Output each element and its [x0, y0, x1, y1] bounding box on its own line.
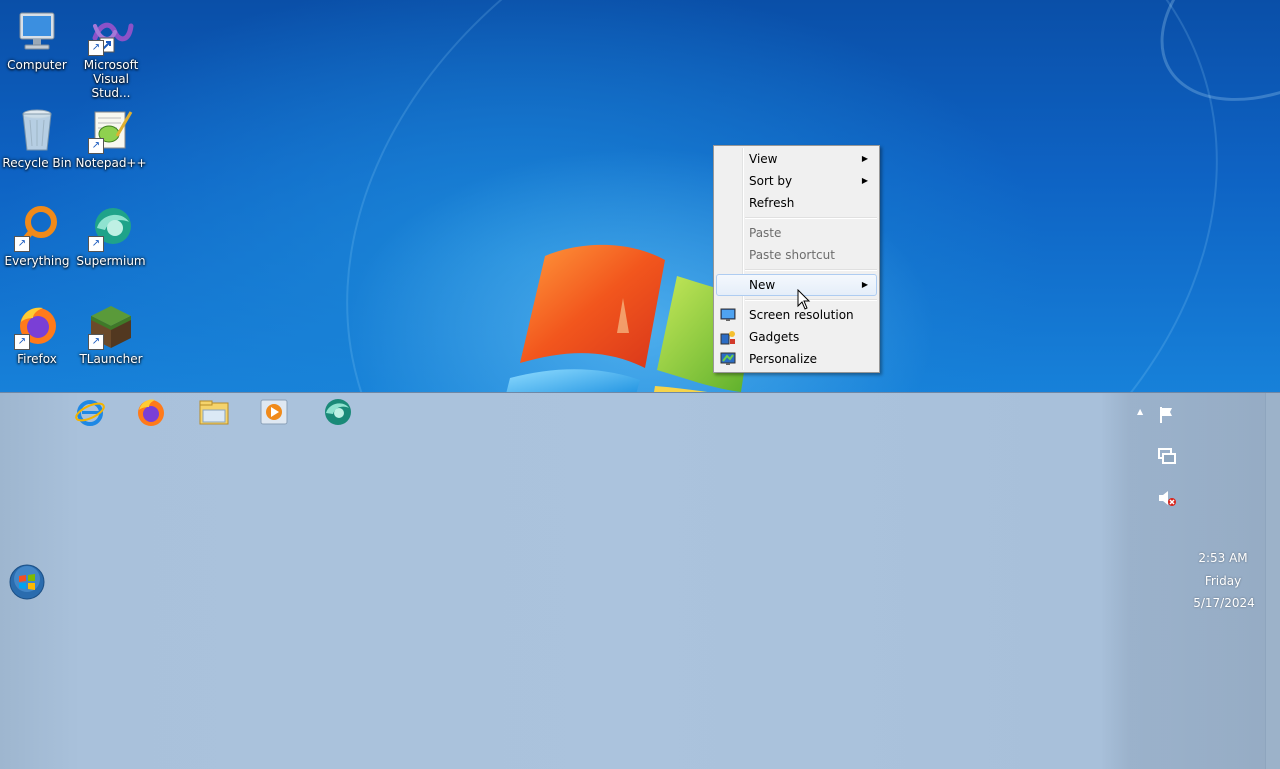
- menu-item-view[interactable]: View ▶: [716, 148, 877, 170]
- menu-item-personalize[interactable]: Personalize: [716, 348, 877, 370]
- menu-item-sort-by[interactable]: Sort by ▶: [716, 170, 877, 192]
- desktop[interactable]: Computer Microsoft Visual Stud... Recycl…: [0, 0, 1280, 392]
- gadgets-icon: [720, 331, 735, 345]
- desktop-icon-recycle-bin[interactable]: Recycle Bin: [0, 106, 74, 170]
- show-hidden-icons-button[interactable]: ▲: [1137, 407, 1143, 416]
- recycle-bin-icon: [22, 109, 52, 151]
- menu-item-paste-shortcut[interactable]: Paste shortcut: [716, 244, 877, 266]
- taskbar[interactable]: ▲ 2:53 AM Friday 5/17/2024: [0, 392, 1280, 769]
- computer-icon: [19, 12, 55, 50]
- submenu-arrow-icon: ▶: [861, 154, 868, 163]
- desktop-icon-label: Firefox: [17, 352, 57, 366]
- desktop-icon-firefox[interactable]: Firefox: [0, 302, 74, 366]
- shortcut-arrow-icon: ↗: [88, 40, 104, 56]
- mouse-cursor-icon: [797, 289, 811, 310]
- menu-item-label: Paste shortcut: [749, 248, 835, 262]
- menu-separator: [745, 299, 877, 301]
- taskbar-pin-internet-explorer[interactable]: [72, 393, 106, 431]
- volume-muted-icon[interactable]: [1157, 488, 1177, 508]
- desktop-icon-label: Notepad++: [75, 156, 147, 170]
- desktop-icon-label: Microsoft Visual Stud...: [83, 58, 139, 100]
- shortcut-arrow-icon: ↗: [88, 236, 104, 252]
- desktop-icon-label: Computer: [7, 58, 67, 72]
- action-center-flag-icon[interactable]: [1157, 405, 1177, 425]
- shortcut-arrow-icon: ↗: [88, 138, 104, 154]
- clock-date[interactable]: 5/17/2024: [1184, 596, 1264, 610]
- taskbar-right-edge: [1265, 393, 1280, 769]
- supermium-icon: [325, 399, 351, 425]
- menu-item-gadgets[interactable]: Gadgets: [716, 326, 877, 348]
- menu-item-label: Paste: [749, 226, 782, 240]
- shortcut-arrow-icon: ↗: [14, 236, 30, 252]
- shortcut-arrow-icon: ↗: [14, 334, 30, 350]
- desktop-icon-notepad-plus-plus[interactable]: Notepad++: [74, 106, 148, 170]
- wallpaper-streak: [1126, 0, 1280, 142]
- taskbar-pin-firefox[interactable]: [133, 393, 167, 431]
- desktop-icon-label: Everything: [4, 254, 70, 268]
- shortcut-arrow-icon: ↗: [88, 334, 104, 350]
- menu-item-label: Gadgets: [749, 330, 800, 344]
- desktop-icon-tlauncher[interactable]: TLauncher: [74, 302, 148, 366]
- submenu-arrow-icon: ▶: [861, 280, 868, 289]
- menu-item-label: View: [749, 152, 778, 166]
- clock-time[interactable]: 2:53 AM: [1183, 551, 1263, 565]
- desktop-icon-everything[interactable]: Everything: [0, 204, 74, 268]
- windows-start-orb-icon: [9, 564, 45, 600]
- menu-separator: [745, 269, 877, 271]
- screen-resolution-icon: [720, 308, 736, 321]
- firefox-icon: [138, 399, 164, 426]
- taskbar-pin-file-explorer[interactable]: [196, 393, 230, 431]
- taskbar-pin-media-player[interactable]: [256, 393, 290, 431]
- media-player-icon: [260, 399, 288, 425]
- file-explorer-icon: [199, 400, 229, 425]
- menu-item-label: Sort by: [749, 174, 793, 188]
- desktop-icon-supermium[interactable]: Supermium: [74, 204, 148, 268]
- personalize-icon: [720, 352, 736, 365]
- submenu-arrow-icon: ▶: [861, 176, 868, 185]
- menu-separator: [745, 217, 877, 219]
- desktop-context-menu: View ▶ Sort by ▶ Refresh Paste Paste sho…: [713, 145, 880, 373]
- menu-item-label: Personalize: [749, 352, 818, 366]
- menu-item-paste[interactable]: Paste: [716, 222, 877, 244]
- desktop-icon-visual-studio[interactable]: Microsoft Visual Stud...: [74, 8, 148, 100]
- desktop-icon-computer[interactable]: Computer: [0, 8, 74, 72]
- desktop-icon-label: TLauncher: [79, 352, 143, 366]
- desktop-icon-label: Supermium: [76, 254, 146, 268]
- menu-item-label: Refresh: [749, 196, 795, 210]
- menu-item-refresh[interactable]: Refresh: [716, 192, 877, 214]
- menu-item-label: New: [749, 278, 776, 292]
- start-button[interactable]: [8, 563, 46, 601]
- desktop-icon-label: Recycle Bin: [2, 156, 72, 170]
- clock-day[interactable]: Friday: [1183, 574, 1263, 588]
- network-icon[interactable]: [1157, 446, 1177, 466]
- internet-explorer-icon: [75, 400, 105, 426]
- taskbar-pin-supermium[interactable]: [319, 393, 353, 431]
